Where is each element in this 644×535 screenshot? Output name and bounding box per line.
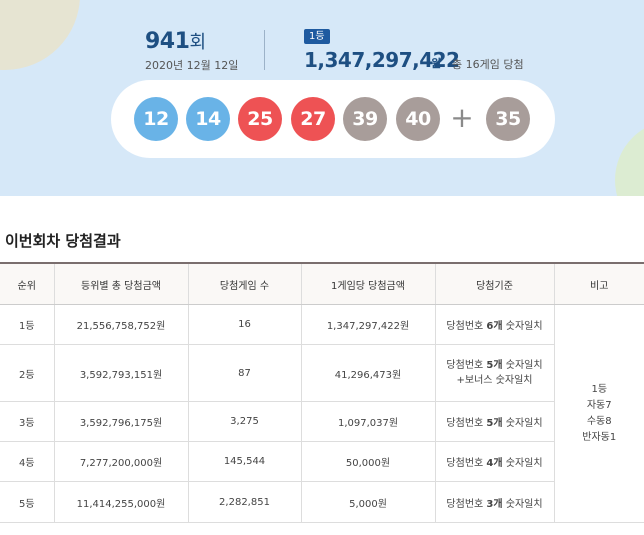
table-row: 2등 3,592,793,151원 87 41,296,473원 당첨번호 5개… [0,344,644,402]
rank-cell: 1등 [0,304,54,345]
criteria-text: 숫자일치 [502,418,543,429]
per-game-cell: 1,097,037원 [300,401,435,442]
decorative-circle [0,0,80,70]
column-header: 등위별 총 당첨금액 [53,262,188,305]
note-line: 자동7 [586,399,612,411]
round-number: 941 [145,29,190,54]
table-row: 4등 7,277,200,000원 145,544 50,000원 당첨번호 4… [0,441,644,482]
column-header: 당첨기준 [434,262,554,305]
criteria-count: 4개 [486,458,503,469]
per-game-cell: 50,000원 [300,441,435,482]
results-table: 순위 등위별 총 당첨금액 당첨게임 수 1게임당 당첨금액 당첨기준 비고 1… [0,262,644,523]
criteria-text: 당첨번호 [446,458,487,469]
games-cell: 2,282,851 [187,481,301,523]
table-row: 1등 21,556,758,752원 16 1,347,297,422원 당첨번… [0,304,644,523]
criteria-text: 당첨번호 [446,321,487,332]
per-game-cell: 41,296,473원 [300,344,435,402]
games-cell: 3,275 [187,401,301,442]
criteria-text: 숫자일치 [502,360,543,371]
note-cell: 1등 자동7 수동8 반자동1 [553,304,644,523]
table-header-row: 순위 등위별 총 당첨금액 당첨게임 수 1게임당 당첨금액 당첨기준 비고 [0,262,644,305]
criteria-cell: 당첨번호 5개 숫자일치 +보너스 숫자일치 [434,344,554,402]
criteria-count: 3개 [486,498,503,510]
criteria-count: 6개 [486,321,503,332]
rank-badge: 1등 [304,29,330,44]
round-suffix: 회 [189,32,206,53]
games-cell: 145,544 [187,441,301,482]
criteria-text: 숫자일치 [502,321,543,332]
decorative-circle [615,120,644,196]
total-amount-cell: 11,414,255,000원 [53,481,188,523]
criteria-cell: 당첨번호 6개 숫자일치 [434,304,554,345]
lotto-ball: 27 [291,97,335,141]
note-line: 반자동1 [582,431,617,443]
lotto-ball: 25 [238,97,282,141]
lotto-ball: 39 [343,97,387,141]
divider [264,30,265,70]
prize-unit: 원 [431,57,442,70]
games-cell: 87 [187,344,301,402]
column-header: 비고 [553,262,644,305]
rank-cell: 2등 [0,344,54,402]
column-header: 당첨게임 수 [187,262,301,305]
column-header: 1게임당 당첨금액 [300,262,435,305]
criteria-text: 당첨번호 [446,418,487,429]
per-game-cell: 5,000원 [300,481,435,523]
criteria-text: 숫자일치 [502,458,543,469]
table-row: 5등 11,414,255,000원 2,282,851 5,000원 당첨번호… [0,481,644,523]
criteria-count: 5개 [486,418,503,429]
lotto-ball: 12 [134,97,178,141]
winners-count: 총 16게임 당첨 [452,58,524,71]
criteria-cell: 당첨번호 4개 숫자일치 [434,441,554,482]
draw-result-banner: 941회 2020년 12월 12일 1등 1,347,297,422 원 총 … [0,0,644,196]
games-cell: 16 [187,304,301,345]
plus-icon: + [450,101,474,134]
criteria-line: 당첨번호 5개 숫자일치 [437,358,553,373]
total-amount-cell: 3,592,796,175원 [53,401,188,442]
criteria-text: 당첨번호 [446,498,487,510]
total-amount-cell: 3,592,793,151원 [53,344,188,402]
note-line: 1등 [591,383,608,395]
criteria-count: 5개 [486,360,503,371]
bonus-ball: 35 [486,97,530,141]
criteria-text: 당첨번호 [446,360,487,371]
draw-date: 2020년 12월 12일 [145,59,239,72]
table-row: 3등 3,592,796,175원 3,275 1,097,037원 당첨번호 … [0,401,644,442]
rank-cell: 4등 [0,441,54,482]
total-amount-cell: 21,556,758,752원 [53,304,188,345]
criteria-text: 숫자일치 [502,498,543,510]
total-amount-cell: 7,277,200,000원 [53,441,188,482]
criteria-cell: 당첨번호 3개 숫자일치 [434,481,554,523]
draw-round: 941회 [145,28,206,54]
lotto-ball: 40 [396,97,440,141]
column-header: 순위 [0,262,54,305]
lotto-ball: 14 [186,97,230,141]
criteria-cell: 당첨번호 5개 숫자일치 [434,401,554,442]
section-title: 이번회차 당첨결과 [5,232,121,250]
note-line: 수동8 [586,415,612,427]
per-game-cell: 1,347,297,422원 [300,304,435,345]
criteria-bonus-line: +보너스 숫자일치 [456,375,533,386]
rank-cell: 5등 [0,481,54,523]
rank-cell: 3등 [0,401,54,442]
